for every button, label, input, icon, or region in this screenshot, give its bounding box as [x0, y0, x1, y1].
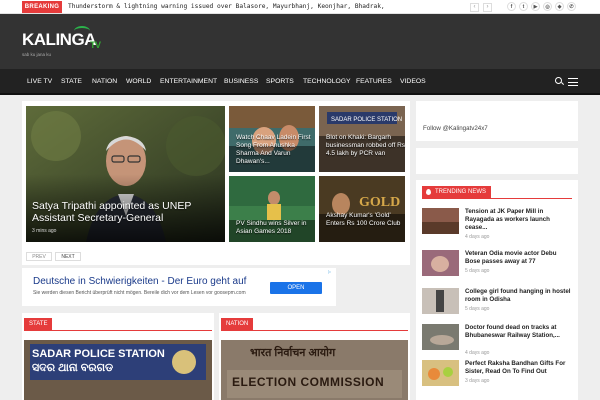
- logo-tv: TV: [90, 40, 101, 50]
- trending-item-5-title[interactable]: Perfect Raksha Bandhan Gifts For Sister,…: [465, 360, 573, 376]
- featured-prev-button[interactable]: PREV: [26, 252, 52, 261]
- state-image-sign-2: ସଦର ଥାନା ବରଗଡ: [32, 362, 114, 374]
- trending-item-4-time: 4 days ago: [465, 350, 490, 356]
- trending-item-4[interactable]: Doctor found dead on tracks at Bhubanesw…: [422, 324, 574, 356]
- breaking-badge: BREAKING: [22, 1, 62, 13]
- nav-item-nation[interactable]: NATION: [92, 69, 117, 95]
- nav-item-world[interactable]: WORLD: [126, 69, 151, 95]
- trending-item-4-title[interactable]: Doctor found dead on tracks at Bhubanesw…: [465, 324, 573, 340]
- trending-item-5[interactable]: Perfect Raksha Bandhan Gifts For Sister,…: [422, 360, 574, 390]
- nation-image-sign-2: ELECTION COMMISSION: [232, 375, 385, 389]
- trending-item-3[interactable]: College girl found hanging in hostel roo…: [422, 288, 574, 318]
- site-logo[interactable]: KALINGA TV: [22, 26, 101, 50]
- android-icon[interactable]: ◆: [555, 2, 564, 11]
- logo-tagline: sab ku jana ku: [22, 52, 52, 57]
- ad-choices-icon[interactable]: ▷: [328, 269, 334, 275]
- featured-thumb-4-title[interactable]: Akshay Kumar's 'Gold' Enters Rs 100 Cror…: [326, 212, 408, 228]
- trending-item-2-title[interactable]: Veteran Odia movie actor Debu Bose passe…: [465, 250, 573, 266]
- trending-item-2-image[interactable]: [422, 250, 459, 276]
- nav-item-technology[interactable]: TECHNOLOGY: [303, 69, 351, 95]
- trending-item-1[interactable]: Tension at JK Paper Mill in Rayagada as …: [422, 208, 574, 240]
- state-section-tag[interactable]: STATE: [24, 318, 53, 330]
- fire-icon: [426, 189, 431, 195]
- facebook-icon[interactable]: f: [507, 2, 516, 11]
- trending-item-1-image[interactable]: [422, 208, 459, 234]
- ad-description: Sie werden diesen Bericht überprüft nich…: [33, 290, 246, 296]
- trending-news-label: TRENDING NEWS: [435, 189, 486, 195]
- featured-thumb-2-title[interactable]: Blot on Khaki: Bargarh businessman robbe…: [326, 134, 408, 158]
- trending-item-1-time: 4 days ago: [465, 234, 490, 240]
- trending-item-5-time: 3 days ago: [465, 378, 490, 384]
- featured-main-time: 3 mins ago: [32, 228, 57, 234]
- featured-thumb-4[interactable]: GOLD: [319, 176, 405, 242]
- svg-text:GOLD: GOLD: [359, 195, 400, 210]
- logo-swoosh-icon: [74, 26, 90, 36]
- top-bar: BREAKING Thunderstorm & lightning warnin…: [0, 0, 600, 14]
- pager-next-label: NEXT: [61, 254, 75, 260]
- trending-item-5-image[interactable]: [422, 360, 459, 386]
- featured-thumb-1-title[interactable]: Watch Chaav Ladein First Song From Anush…: [236, 134, 318, 166]
- trending-item-2-time: 5 days ago: [465, 268, 490, 274]
- ad-title[interactable]: Deutsche in Schwierigkeiten - Der Euro g…: [33, 276, 246, 287]
- pager-prev-label: PREV: [32, 254, 46, 260]
- trending-divider: [422, 198, 572, 199]
- nav-item-videos[interactable]: VIDEOS: [400, 69, 426, 95]
- trending-item-4-image[interactable]: [422, 324, 459, 350]
- nav-item-entertainment[interactable]: ENTERTAINMENT: [160, 69, 217, 95]
- ticker-prev-button[interactable]: ‹: [470, 3, 479, 12]
- featured-next-button[interactable]: NEXT: [55, 252, 81, 261]
- search-icon[interactable]: [555, 77, 562, 84]
- trending-item-3-title[interactable]: College girl found hanging in hostel roo…: [465, 288, 573, 304]
- news-ticker[interactable]: Thunderstorm & lightning warning issued …: [68, 1, 388, 13]
- state-section-divider: [24, 330, 212, 331]
- trending-item-1-title[interactable]: Tension at JK Paper Mill in Rayagada as …: [465, 208, 573, 232]
- featured-main-title[interactable]: Satya Tripathi appointed as UNEP Assista…: [32, 200, 222, 224]
- youtube-icon[interactable]: ▶: [531, 2, 540, 11]
- trending-item-2[interactable]: Veteran Odia movie actor Debu Bose passe…: [422, 250, 574, 280]
- state-image-sign-1: SADAR POLICE STATION: [32, 348, 165, 360]
- instagram-icon[interactable]: ◎: [543, 2, 552, 11]
- nation-section-divider: [221, 330, 408, 331]
- chevron-left-icon: ‹: [473, 4, 476, 10]
- nation-section-tag[interactable]: NATION: [221, 318, 254, 330]
- sidebar-follow-widget: [416, 101, 578, 141]
- sidebar-blank-widget: [416, 148, 578, 174]
- site-header: KALINGA TV sab ku jana ku: [0, 14, 600, 69]
- nation-image-sign-1: भारत निर्वाचन आयोग: [250, 347, 336, 359]
- svg-text:SADAR POLICE STATION: SADAR POLICE STATION: [331, 117, 402, 123]
- nav-item-live-tv[interactable]: LIVE TV: [27, 69, 52, 95]
- trending-item-3-time: 5 days ago: [465, 306, 490, 312]
- nav-item-state[interactable]: STATE: [61, 69, 82, 95]
- whatsapp-icon[interactable]: ✆: [567, 2, 576, 11]
- nav-item-business[interactable]: BUSINESS: [224, 69, 258, 95]
- trending-news-tag: TRENDING NEWS: [422, 186, 491, 198]
- ticker-next-button[interactable]: ›: [483, 3, 492, 12]
- featured-thumb-3-title[interactable]: PV Sindhu wins Silver in Asian Games 201…: [236, 220, 318, 236]
- trending-item-3-image[interactable]: [422, 288, 459, 314]
- follow-twitter-link[interactable]: Follow @Kalingatv24x7: [423, 125, 488, 132]
- hamburger-menu-icon[interactable]: [568, 78, 578, 86]
- nav-item-sports[interactable]: SPORTS: [266, 69, 294, 95]
- twitter-icon[interactable]: t: [519, 2, 528, 11]
- nav-item-features[interactable]: FEATURES: [356, 69, 392, 95]
- ad-open-button[interactable]: OPEN: [270, 282, 322, 294]
- chevron-right-icon: ›: [486, 4, 489, 10]
- main-nav: LIVE TV STATE NATION WORLD ENTERTAINMENT…: [0, 69, 600, 95]
